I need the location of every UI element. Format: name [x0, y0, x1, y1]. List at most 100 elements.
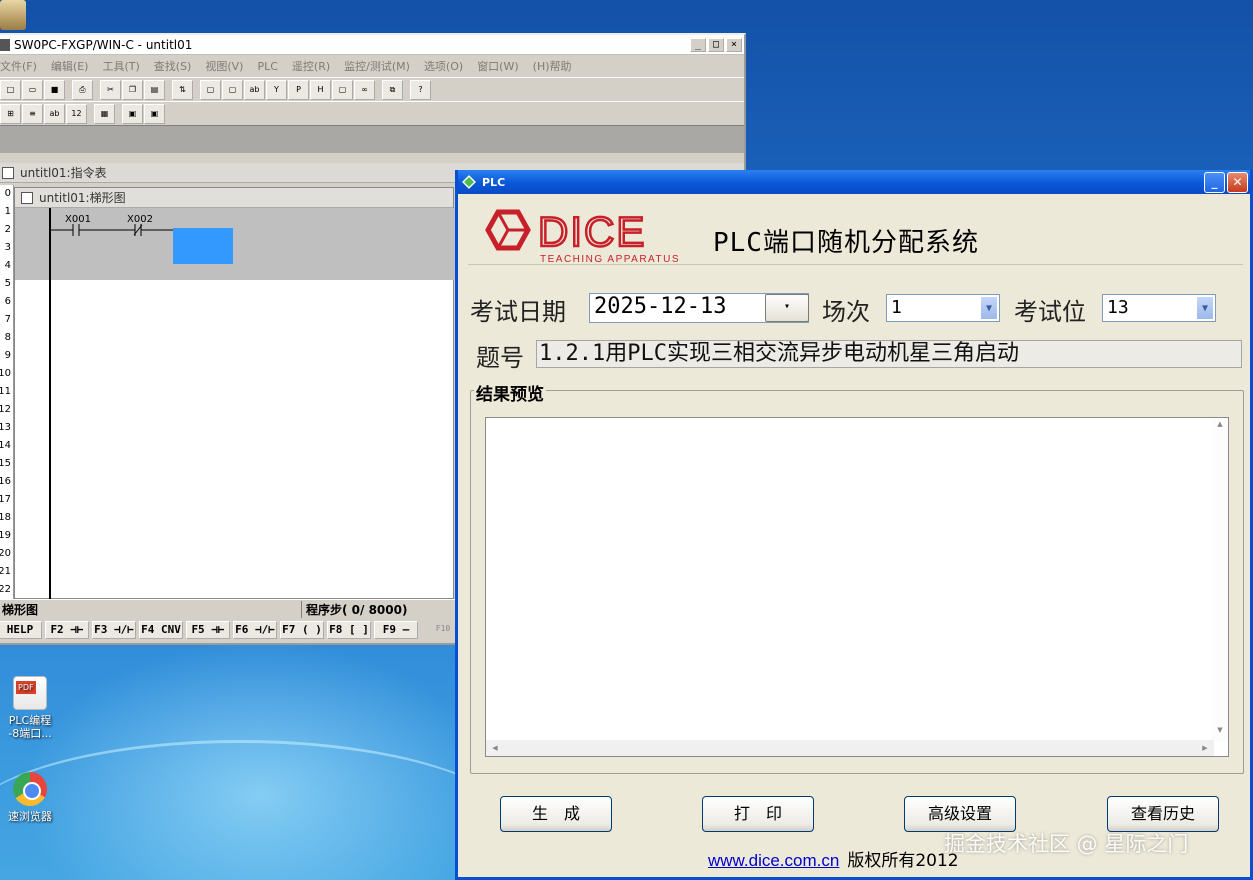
binoculars-icon[interactable]: ∞	[354, 79, 375, 100]
help-icon[interactable]: ?	[410, 79, 431, 100]
plc-dialog: PLC _ ✕ DICE TEACHING APPARATUS PLC端口随机分…	[455, 170, 1253, 880]
menu-plc[interactable]: PLC	[257, 60, 277, 73]
print-button[interactable]: 打 印	[702, 796, 814, 832]
chevron-down-icon[interactable]: ▼	[980, 296, 998, 320]
ladder-cursor[interactable]	[173, 228, 233, 264]
hex-icon[interactable]: H	[310, 79, 331, 100]
ladder-title: untitl01:梯形图	[39, 191, 126, 205]
row-number: 7	[4, 314, 11, 325]
result-preview-textarea[interactable]: ▲ ▼ ◀ ▶	[485, 417, 1229, 757]
pdf-file-icon	[13, 676, 47, 710]
menu-options[interactable]: 选项(O)	[424, 58, 463, 74]
row-number: 20	[0, 548, 11, 559]
user-folder-icon[interactable]	[0, 0, 26, 30]
numeric-view-icon[interactable]: 12	[66, 103, 87, 124]
pnl-icon[interactable]: P	[288, 79, 309, 100]
open-folder-icon[interactable]: ▭	[22, 79, 43, 100]
menu-tools[interactable]: 工具(T)	[102, 58, 139, 74]
scroll-down-icon[interactable]: ▼	[1212, 726, 1228, 740]
monitor-icon[interactable]: ▣	[122, 103, 143, 124]
topic-label: 题号	[476, 344, 524, 372]
scroll-right-icon[interactable]: ▶	[1198, 741, 1212, 755]
abc-icon[interactable]: ab	[244, 79, 265, 100]
website-link[interactable]: www.dice.com.cn	[708, 851, 839, 870]
chevron-down-icon[interactable]: ▼	[1196, 296, 1214, 320]
fkey-f5[interactable]: F5 ⊣⊢	[186, 621, 230, 639]
fkey-f7[interactable]: F7 ( )	[280, 621, 324, 639]
menu-file[interactable]: 文件(F)	[0, 58, 37, 74]
scroll-left-icon[interactable]: ◀	[488, 741, 502, 755]
fkey-f2[interactable]: F2 ⊣⊢	[45, 621, 89, 639]
row-number: 11	[0, 386, 11, 397]
ladder-window: untitl01:梯形图 X001 X002	[14, 187, 455, 600]
scroll-up-icon[interactable]: ▲	[1212, 420, 1228, 434]
row-number: 6	[4, 296, 11, 307]
monitor-2-icon[interactable]: ▣	[144, 103, 165, 124]
close-button[interactable]: ×	[726, 37, 742, 52]
page-icon[interactable]: ▢	[200, 79, 221, 100]
desktop-icon-browser[interactable]: 速浏览器	[0, 772, 60, 823]
fkey-f4[interactable]: F4 CNV	[139, 621, 183, 639]
copy-icon[interactable]: ❐	[122, 79, 143, 100]
abc-view-icon[interactable]: ab	[44, 103, 65, 124]
menu-edit[interactable]: 编辑(E)	[51, 58, 89, 74]
vertical-scrollbar[interactable]: ▲ ▼	[1212, 418, 1228, 742]
horizontal-scrollbar[interactable]: ◀ ▶	[486, 740, 1214, 756]
seat-select[interactable]: 13 ▼	[1102, 294, 1216, 322]
advanced-settings-button[interactable]: 高级设置	[904, 796, 1016, 832]
date-picker-button[interactable]: ▾	[765, 294, 809, 322]
fkey-f6[interactable]: F6 ⊣/⊢	[233, 621, 277, 639]
row-number: 2	[4, 224, 11, 235]
grid-icon[interactable]: ▦	[94, 103, 115, 124]
menu-view[interactable]: 视图(V)	[205, 58, 243, 74]
menu-help[interactable]: (H)帮助	[533, 58, 572, 74]
fkey-f3[interactable]: F3 ⊣/⊢	[92, 621, 136, 639]
sw0pc-title: SW0PC-FXGP/WIN-C - untitl01	[14, 37, 193, 52]
find-page-icon[interactable]: ▢	[332, 79, 353, 100]
page-2-icon[interactable]: ▢	[222, 79, 243, 100]
paste-icon[interactable]: ▤	[144, 79, 165, 100]
session-select[interactable]: 1 ▼	[886, 294, 1000, 322]
print-icon[interactable]: ⎙	[72, 79, 93, 100]
transfer-icon[interactable]: ⇅	[172, 79, 193, 100]
view-history-button[interactable]: 查看历史	[1107, 796, 1219, 832]
row-number: 15	[0, 458, 11, 469]
topic-field[interactable]: 1.2.1用PLC实现三相交流异步电动机星三角启动	[536, 340, 1242, 368]
exam-date-field[interactable]: 2025-12-13 ▾	[589, 293, 809, 323]
menu-window[interactable]: 窗口(W)	[477, 58, 518, 74]
ladder-title-bar[interactable]: untitl01:梯形图	[15, 188, 453, 208]
plc-app-icon	[462, 175, 476, 189]
main-toolbar: □ ▭ ■ ⎙ ✂ ❐ ▤ ⇅ ▢ ▢ ab Y P H ▢ ∞ ⧉ ?	[0, 77, 744, 101]
window-icon[interactable]: ⧉	[382, 79, 403, 100]
plc-close-button[interactable]: ✕	[1227, 171, 1248, 193]
ladder-view-icon[interactable]: ⊞	[0, 103, 21, 124]
ladder-rung-area[interactable]: X001 X002	[15, 208, 455, 280]
plc-minimize-button[interactable]: _	[1204, 171, 1225, 193]
generate-button[interactable]: 生 成	[500, 796, 612, 832]
result-group-label: 结果预览	[474, 380, 546, 405]
fkey-f8[interactable]: F8 [ ]	[327, 621, 371, 639]
row-number: 14	[0, 440, 11, 451]
row-number: 12	[0, 404, 11, 415]
status-program-steps: 程序步( 0/ 8000)	[306, 603, 408, 617]
menu-find[interactable]: 查找(S)	[154, 58, 192, 74]
ladder-doc-icon	[21, 191, 33, 204]
save-icon[interactable]: ■	[44, 79, 65, 100]
minimize-button[interactable]: _	[690, 37, 706, 52]
menu-remote[interactable]: 遥控(R)	[292, 58, 330, 74]
toolbar-spacer	[0, 125, 744, 153]
instruction-view-icon[interactable]: ≡	[22, 103, 43, 124]
status-mode: 梯形图	[0, 601, 302, 618]
menu-monitor[interactable]: 监控/测试(M)	[344, 58, 410, 74]
cut-icon[interactable]: ✂	[100, 79, 121, 100]
maximize-button[interactable]: □	[708, 37, 724, 52]
fkey-help[interactable]: HELP	[0, 621, 42, 639]
plc-title-bar[interactable]: PLC _ ✕	[458, 170, 1250, 194]
desktop-icon-plc-doc[interactable]: PLC编程 -8端口...	[0, 676, 60, 740]
y10-icon[interactable]: Y	[266, 79, 287, 100]
fkey-f9[interactable]: F9 —	[374, 621, 418, 639]
sw0pc-title-bar[interactable]: SW0PC-FXGP/WIN-C - untitl01 _ □ ×	[0, 35, 744, 55]
new-file-icon[interactable]: □	[0, 79, 21, 100]
seat-value: 13	[1107, 297, 1129, 318]
rung-contacts	[49, 224, 173, 236]
